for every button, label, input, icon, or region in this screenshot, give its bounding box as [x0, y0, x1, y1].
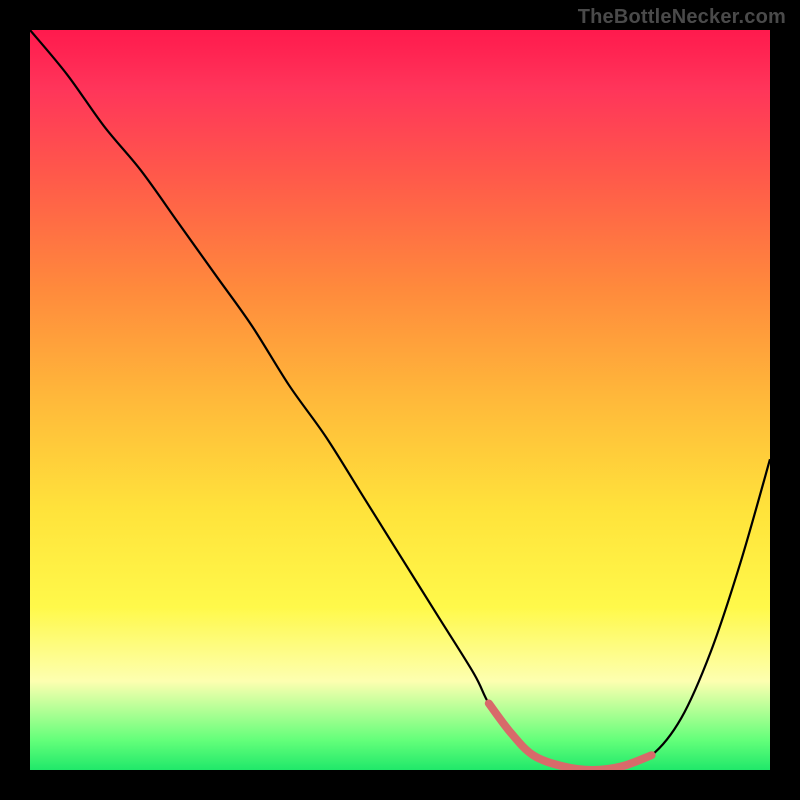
chart-svg [30, 30, 770, 770]
chart-frame: TheBottleNecker.com [0, 0, 800, 800]
optimal-range-highlight [489, 703, 652, 770]
bottleneck-curve [30, 30, 770, 770]
watermark-text: TheBottleNecker.com [578, 6, 786, 29]
plot-area [30, 30, 770, 770]
